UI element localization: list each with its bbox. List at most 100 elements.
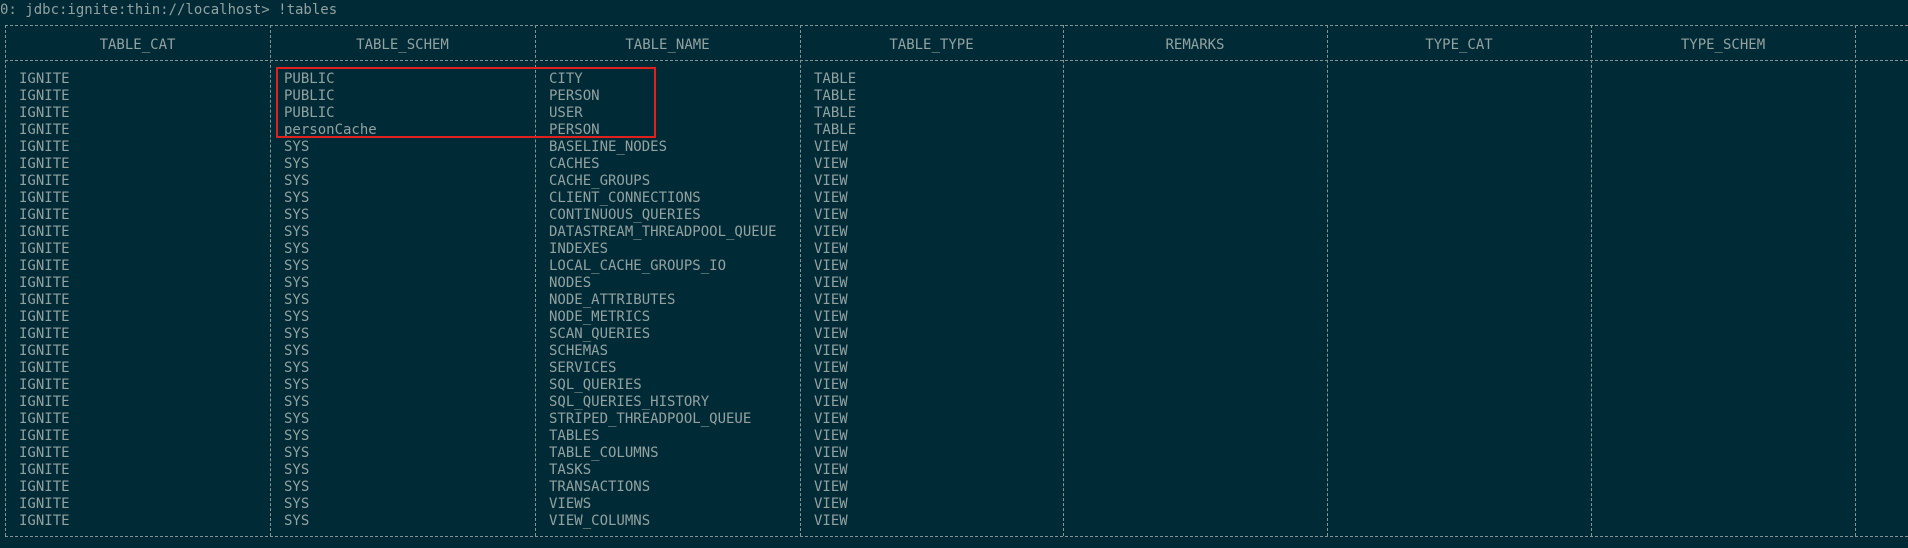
table-cell: IGNITE xyxy=(19,71,70,87)
table-cell: SQL_QUERIES_HISTORY xyxy=(549,394,710,410)
table-cell: SYS xyxy=(284,496,310,512)
table-row: IGNITE SYS CACHES VIEW xyxy=(0,156,1908,173)
table-cell: IGNITE xyxy=(19,343,70,359)
table-cell: SYS xyxy=(284,479,310,495)
table-cell: TABLE xyxy=(814,88,857,104)
table-cell: IGNITE xyxy=(19,173,70,189)
table-row: IGNITE SYS STRIPED_THREADPOOL_QUEUE VIEW xyxy=(0,411,1908,428)
table-cell: VIEW xyxy=(814,224,848,240)
table-row: IGNITE SYS TABLE_COLUMNS VIEW xyxy=(0,445,1908,462)
column-header: REMARKS xyxy=(1165,37,1225,53)
table-cell: CACHE_GROUPS xyxy=(549,173,651,189)
table-cell: DATASTREAM_THREADPOOL_QUEUE xyxy=(549,224,777,240)
table-cell: IGNITE xyxy=(19,479,70,495)
table-cell: IGNITE xyxy=(19,326,70,342)
table-cell: SCHEMAS xyxy=(549,343,609,359)
table-cell: SYS xyxy=(284,462,310,478)
table-separator-line xyxy=(5,25,1908,26)
table-row: IGNITE SYS SERVICES VIEW xyxy=(0,360,1908,377)
table-cell: TRANSACTIONS xyxy=(549,479,651,495)
table-cell: VIEW xyxy=(814,258,848,274)
table-cell: VIEW xyxy=(814,173,848,189)
table-cell: VIEW xyxy=(814,479,848,495)
table-cell: INDEXES xyxy=(549,241,609,257)
table-cell: IGNITE xyxy=(19,377,70,393)
table-cell: TABLE xyxy=(814,105,857,121)
table-separator-line xyxy=(5,536,1908,537)
table-cell: IGNITE xyxy=(19,88,70,104)
table-cell: VIEW xyxy=(814,377,848,393)
table-cell: SERVICES xyxy=(549,360,617,376)
table-cell: SYS xyxy=(284,139,310,155)
table-cell: SYS xyxy=(284,309,310,325)
table-cell: VIEW xyxy=(814,156,848,172)
table-row: IGNITE SYS NODE_METRICS VIEW xyxy=(0,309,1908,326)
table-cell: IGNITE xyxy=(19,360,70,376)
column-header: TABLE_CAT xyxy=(99,37,176,53)
table-cell: VIEW xyxy=(814,343,848,359)
table-cell: IGNITE xyxy=(19,207,70,223)
table-cell: VIEW xyxy=(814,394,848,410)
table-cell: SYS xyxy=(284,275,310,291)
table-cell: BASELINE_NODES xyxy=(549,139,668,155)
table-row: IGNITE SYS VIEW_COLUMNS VIEW xyxy=(0,513,1908,530)
table-cell: VIEW xyxy=(814,139,848,155)
table-row: IGNITE SYS DATASTREAM_THREADPOOL_QUEUE VIEW xyxy=(0,224,1908,241)
table-cell: IGNITE xyxy=(19,122,70,138)
table-cell: VIEW xyxy=(814,445,848,461)
table-cell: NODE_ATTRIBUTES xyxy=(549,292,676,308)
table-cell: LOCAL_CACHE_GROUPS_IO xyxy=(549,258,727,274)
table-cell: IGNITE xyxy=(19,241,70,257)
table-cell: VIEW xyxy=(814,428,848,444)
table-cell: SYS xyxy=(284,224,310,240)
table-cell: CACHES xyxy=(549,156,600,172)
table-cell: VIEW xyxy=(814,190,848,206)
table-cell: IGNITE xyxy=(19,292,70,308)
table-cell: SYS xyxy=(284,343,310,359)
terminal-window[interactable]: 0: jdbc:ignite:thin://localhost> !tables… xyxy=(0,0,1908,548)
table-cell: VIEWS xyxy=(549,496,592,512)
table-row: IGNITE SYS NODES VIEW xyxy=(0,275,1908,292)
table-cell: IGNITE xyxy=(19,394,70,410)
table-row: IGNITE SYS NODE_ATTRIBUTES VIEW xyxy=(0,292,1908,309)
table-cell: IGNITE xyxy=(19,224,70,240)
table-cell: VIEW xyxy=(814,326,848,342)
table-cell: SYS xyxy=(284,360,310,376)
table-cell: SYS xyxy=(284,513,310,529)
table-cell: VIEW xyxy=(814,462,848,478)
table-cell: IGNITE xyxy=(19,513,70,529)
table-cell: VIEW xyxy=(814,309,848,325)
table-cell: SYS xyxy=(284,326,310,342)
column-header: TABLE_NAME xyxy=(625,37,710,53)
table-cell: IGNITE xyxy=(19,275,70,291)
column-header: TABLE_SCHEM xyxy=(356,37,449,53)
table-cell: SCAN_QUERIES xyxy=(549,326,651,342)
table-cell: VIEW xyxy=(814,411,848,427)
column-header: TYPE_SCHEM xyxy=(1680,37,1766,53)
table-row: IGNITE SYS TABLES VIEW xyxy=(0,428,1908,445)
table-row: IGNITE SYS SQL_QUERIES VIEW xyxy=(0,377,1908,394)
table-cell: SQL_QUERIES xyxy=(549,377,642,393)
table-row: IGNITE SYS VIEWS VIEW xyxy=(0,496,1908,513)
table-cell: VIEW xyxy=(814,360,848,376)
table-cell: VIEW xyxy=(814,513,848,529)
table-cell: NODES xyxy=(549,275,592,291)
table-cell: TABLE_COLUMNS xyxy=(549,445,659,461)
table-cell: TABLES xyxy=(549,428,600,444)
table-cell: IGNITE xyxy=(19,139,70,155)
table-row: IGNITE SYS CLIENT_CONNECTIONS VIEW xyxy=(0,190,1908,207)
highlight-annotation-box xyxy=(276,67,656,138)
table-cell: CLIENT_CONNECTIONS xyxy=(549,190,701,206)
table-row: IGNITE SYS TRANSACTIONS VIEW xyxy=(0,479,1908,496)
column-header: TYPE_CAT xyxy=(1425,37,1493,53)
table-cell: SYS xyxy=(284,207,310,223)
table-cell: IGNITE xyxy=(19,190,70,206)
table-cell: SYS xyxy=(284,156,310,172)
table-cell: STRIPED_THREADPOOL_QUEUE xyxy=(549,411,752,427)
table-cell: TASKS xyxy=(549,462,592,478)
table-cell: VIEW xyxy=(814,207,848,223)
table-cell: VIEW xyxy=(814,292,848,308)
command-prompt: 0: jdbc:ignite:thin://localhost> !tables xyxy=(0,2,338,18)
table-cell: SYS xyxy=(284,292,310,308)
table-cell: IGNITE xyxy=(19,445,70,461)
